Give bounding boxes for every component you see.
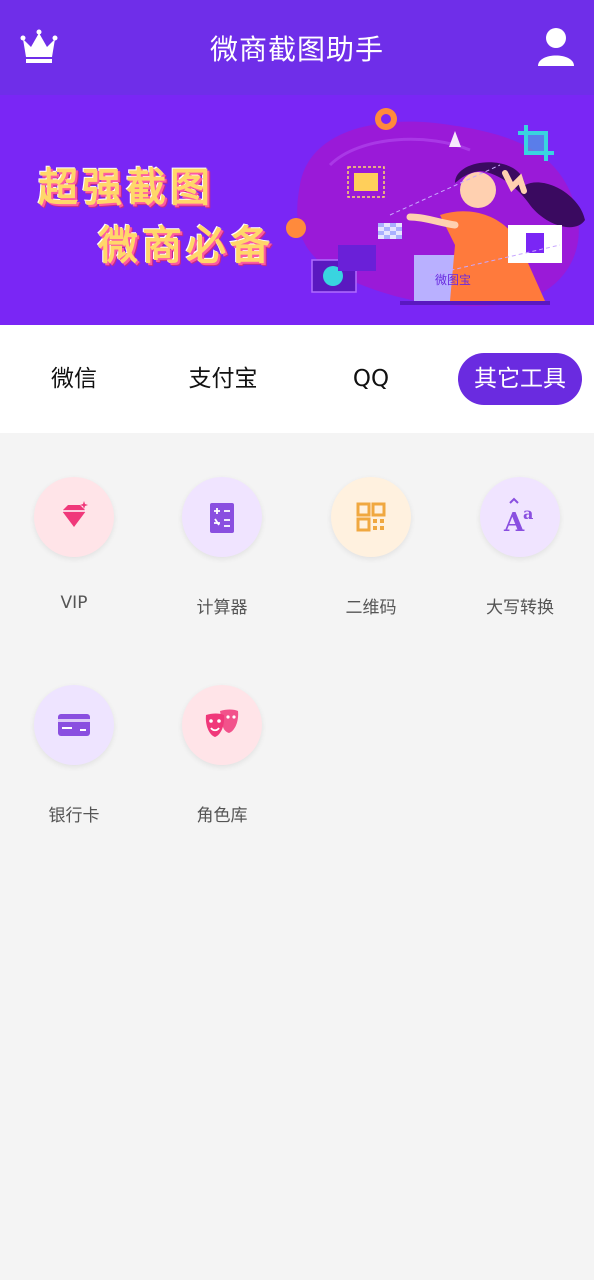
tool-qrcode[interactable]: 二维码	[297, 433, 445, 623]
tab-wechat[interactable]: 微信	[12, 353, 136, 405]
tab-other-tools[interactable]: 其它工具	[458, 353, 582, 405]
bank-card-icon	[58, 714, 90, 736]
tool-calculator[interactable]: 计算器	[148, 433, 296, 623]
tool-bank-card[interactable]: 银行卡	[0, 641, 148, 831]
tab-alipay[interactable]: 支付宝	[161, 353, 285, 405]
page-title: 微商截图助手	[209, 33, 384, 66]
svg-text:a: a	[523, 504, 533, 523]
font-case-icon: A a	[503, 497, 533, 537]
tool-label: 银行卡	[48, 806, 100, 826]
qrcode-icon	[356, 502, 386, 532]
masks-icon	[205, 709, 239, 737]
tool-icon-circle	[34, 685, 114, 765]
tab-qq[interactable]: QQ	[309, 353, 433, 405]
app-header: 微商截图助手	[0, 0, 594, 95]
banner-screen-label: 微图宝	[434, 273, 471, 287]
tool-label: VIP	[60, 593, 88, 613]
category-tabs: 微信 支付宝 QQ 其它工具	[0, 325, 594, 433]
tool-icon-circle	[182, 477, 262, 557]
tool-icon-circle	[331, 477, 411, 557]
svg-text:A: A	[503, 508, 525, 537]
calculator-icon	[210, 503, 234, 533]
tool-role-library[interactable]: 角色库	[148, 641, 296, 831]
tool-label: 大写转换	[486, 598, 554, 618]
tool-label: 角色库	[196, 806, 248, 826]
tool-icon-circle	[34, 477, 114, 557]
user-icon[interactable]	[536, 26, 576, 66]
tool-vip[interactable]: VIP	[0, 433, 148, 623]
tool-case-convert[interactable]: A a 大写转换	[446, 433, 594, 623]
tool-label: 二维码	[345, 598, 397, 618]
diamond-icon	[62, 501, 88, 527]
tool-icon-circle	[182, 685, 262, 765]
tool-label: 计算器	[196, 598, 248, 618]
banner-subheadline: 微商必备	[98, 223, 274, 269]
banner-headline: 超强截图	[38, 165, 214, 211]
tool-icon-circle: A a	[480, 477, 560, 557]
promo-banner[interactable]: 超强截图 微商必备 微图宝	[0, 95, 594, 325]
